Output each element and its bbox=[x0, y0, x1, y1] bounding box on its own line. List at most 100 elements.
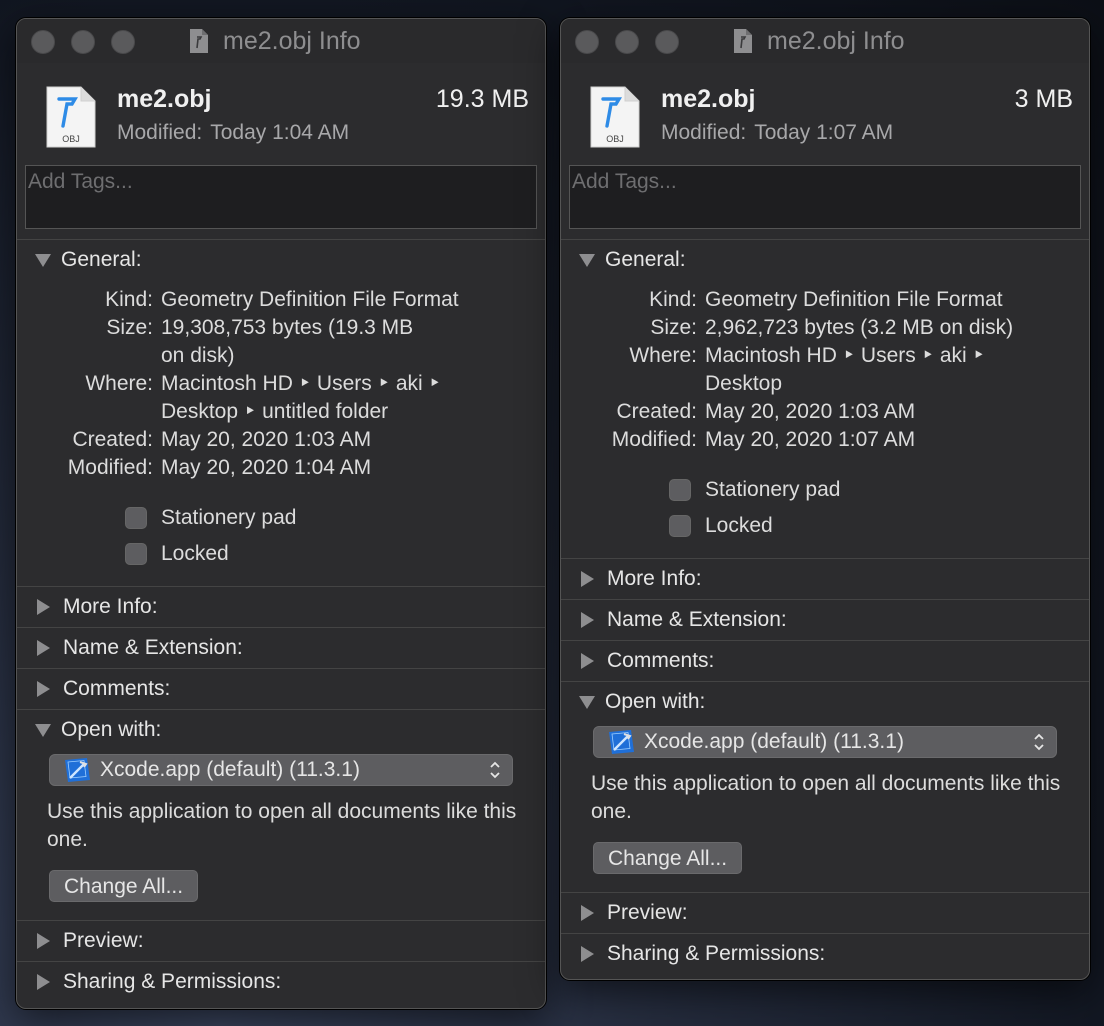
window-title: me2.obj Info bbox=[731, 19, 1089, 63]
section-label: Sharing & Permissions: bbox=[63, 970, 282, 993]
disclosure-right-icon[interactable] bbox=[581, 946, 594, 962]
modified-summary: Modified: Today 1:07 AM bbox=[661, 121, 901, 145]
stationery-pad-checkbox[interactable]: Stationery pad bbox=[125, 500, 545, 536]
checkbox-icon[interactable] bbox=[125, 507, 147, 529]
section-open-with[interactable]: Open with: bbox=[561, 681, 1089, 722]
modified-date-value: May 20, 2020 1:04 AM bbox=[161, 456, 372, 479]
minimize-button[interactable] bbox=[615, 30, 639, 54]
close-button[interactable] bbox=[575, 30, 599, 54]
info-sections: General: Kind: Geometry Definition File … bbox=[561, 239, 1089, 974]
window-title: me2.obj Info bbox=[187, 19, 545, 63]
disclosure-down-icon[interactable] bbox=[35, 723, 51, 737]
disclosure-right-icon[interactable] bbox=[581, 571, 594, 587]
section-name-extension[interactable]: Name & Extension: bbox=[561, 599, 1089, 640]
file-size: 19.3 MB bbox=[435, 85, 529, 113]
tags-field[interactable]: Add Tags... bbox=[25, 165, 537, 229]
document-icon bbox=[190, 29, 208, 53]
locked-label: Locked bbox=[161, 542, 229, 565]
disclosure-right-icon[interactable] bbox=[37, 640, 50, 656]
size-label: Size: bbox=[650, 316, 697, 339]
title-bar[interactable]: me2.obj Info bbox=[561, 19, 1089, 63]
zoom-button[interactable] bbox=[655, 30, 679, 54]
size-value: 19,308,753 bytes (19.3 MB on disk) bbox=[161, 316, 414, 367]
where-label: Where: bbox=[85, 372, 153, 395]
created-label: Created: bbox=[72, 428, 153, 451]
svg-text:OBJ: OBJ bbox=[606, 134, 624, 144]
disclosure-down-icon[interactable] bbox=[579, 253, 595, 267]
disclosure-right-icon[interactable] bbox=[581, 905, 594, 921]
info-window-1: me2.obj Info OBJ me2.obj 19.3 MB Modifie… bbox=[16, 18, 546, 1009]
chevron-updown-icon bbox=[490, 761, 500, 779]
checkbox-icon[interactable] bbox=[125, 543, 147, 565]
open-with-popup[interactable]: Xcode.app (default) (11.3.1) bbox=[593, 726, 1057, 758]
title-bar[interactable]: me2.obj Info bbox=[17, 19, 545, 63]
section-label: Open with: bbox=[605, 690, 706, 713]
modified-value: Today 1:07 AM bbox=[754, 121, 894, 144]
modified-date-label: Modified: bbox=[67, 456, 153, 479]
disclosure-right-icon[interactable] bbox=[581, 612, 594, 628]
zoom-button[interactable] bbox=[111, 30, 135, 54]
locked-label: Locked bbox=[705, 514, 773, 537]
section-preview[interactable]: Preview: bbox=[17, 920, 545, 961]
section-label: Open with: bbox=[61, 718, 162, 741]
section-name-extension[interactable]: Name & Extension: bbox=[17, 627, 545, 668]
disclosure-right-icon[interactable] bbox=[37, 681, 50, 697]
locked-checkbox[interactable]: Locked bbox=[125, 536, 545, 572]
stationery-label: Stationery pad bbox=[705, 478, 841, 501]
file-header: OBJ me2.obj 3 MB Modified: Today 1:07 AM bbox=[561, 63, 1089, 167]
minimize-button[interactable] bbox=[71, 30, 95, 54]
section-label: Name & Extension: bbox=[607, 608, 787, 631]
document-icon bbox=[734, 29, 752, 53]
section-label: Comments: bbox=[63, 677, 171, 700]
change-all-button[interactable]: Change All... bbox=[593, 842, 743, 874]
section-comments[interactable]: Comments: bbox=[561, 640, 1089, 681]
section-label: General: bbox=[605, 248, 686, 271]
modified-date-label: Modified: bbox=[611, 428, 697, 451]
section-label: Preview: bbox=[607, 901, 688, 924]
stationery-pad-checkbox[interactable]: Stationery pad bbox=[669, 472, 1089, 508]
general-details: Kind: Geometry Definition File Format Si… bbox=[561, 280, 1089, 454]
section-more-info[interactable]: More Info: bbox=[561, 558, 1089, 599]
obj-file-icon: OBJ bbox=[590, 86, 640, 148]
modified-summary: Modified: Today 1:04 AM bbox=[117, 121, 357, 145]
section-preview[interactable]: Preview: bbox=[561, 892, 1089, 933]
open-with-popup[interactable]: Xcode.app (default) (11.3.1) bbox=[49, 754, 513, 786]
window-title-text: me2.obj Info bbox=[767, 26, 905, 55]
section-general[interactable]: General: bbox=[561, 239, 1089, 280]
change-all-button[interactable]: Change All... bbox=[49, 870, 199, 902]
disclosure-right-icon[interactable] bbox=[581, 653, 594, 669]
tags-field[interactable]: Add Tags... bbox=[569, 165, 1081, 229]
section-label: Preview: bbox=[63, 929, 144, 952]
disclosure-right-icon[interactable] bbox=[37, 599, 50, 615]
section-comments[interactable]: Comments: bbox=[17, 668, 545, 709]
disclosure-right-icon[interactable] bbox=[37, 974, 50, 990]
section-more-info[interactable]: More Info: bbox=[17, 586, 545, 627]
general-details: Kind: Geometry Definition File Format Si… bbox=[17, 280, 545, 482]
disclosure-down-icon[interactable] bbox=[35, 253, 51, 267]
section-label: More Info: bbox=[607, 567, 702, 590]
section-label: General: bbox=[61, 248, 142, 271]
modified-date-value: May 20, 2020 1:07 AM bbox=[705, 428, 916, 451]
kind-label: Kind: bbox=[105, 288, 153, 311]
close-button[interactable] bbox=[31, 30, 55, 54]
section-general[interactable]: General: bbox=[17, 239, 545, 280]
where-value: Macintosh HD ‣ Users ‣ aki ‣ Desktop ‣ un… bbox=[161, 372, 441, 423]
info-window-2: me2.obj Info OBJ me2.obj 3 MB Modified: T… bbox=[560, 18, 1090, 980]
section-sharing-permissions[interactable]: Sharing & Permissions: bbox=[561, 933, 1089, 974]
disclosure-down-icon[interactable] bbox=[579, 695, 595, 709]
checkbox-icon[interactable] bbox=[669, 479, 691, 501]
popup-value: Xcode.app (default) (11.3.1) bbox=[644, 730, 904, 753]
section-label: Sharing & Permissions: bbox=[607, 942, 826, 965]
section-sharing-permissions[interactable]: Sharing & Permissions: bbox=[17, 961, 545, 1002]
xcode-icon bbox=[609, 730, 634, 754]
checkbox-icon[interactable] bbox=[669, 515, 691, 537]
window-title-text: me2.obj Info bbox=[223, 26, 361, 55]
section-label: Name & Extension: bbox=[63, 636, 243, 659]
section-open-with[interactable]: Open with: bbox=[17, 709, 545, 750]
file-name: me2.obj bbox=[661, 85, 756, 113]
locked-checkbox[interactable]: Locked bbox=[669, 508, 1089, 544]
svg-text:OBJ: OBJ bbox=[62, 134, 80, 144]
disclosure-right-icon[interactable] bbox=[37, 933, 50, 949]
created-label: Created: bbox=[616, 400, 697, 423]
modified-value: Today 1:04 AM bbox=[210, 121, 350, 144]
